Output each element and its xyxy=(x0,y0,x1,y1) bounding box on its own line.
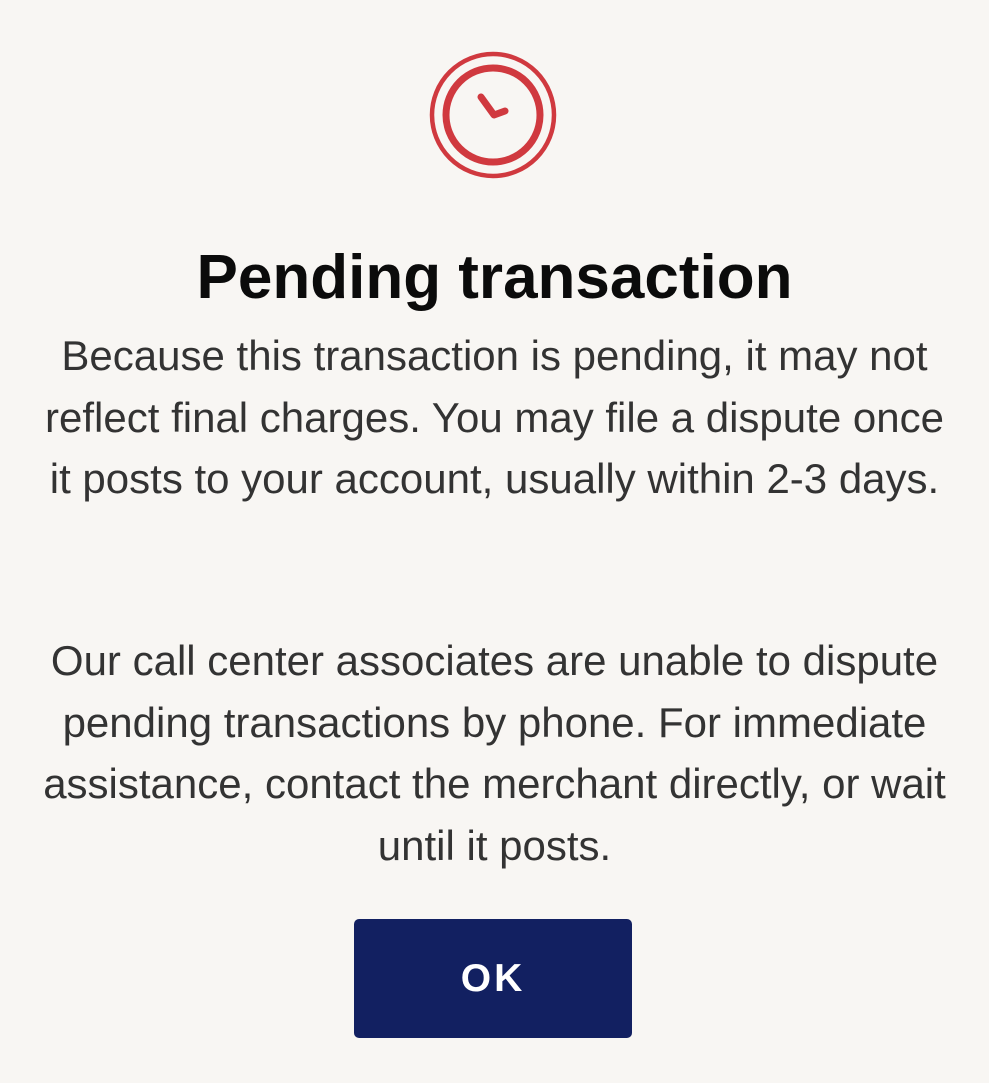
ok-button[interactable]: OK xyxy=(354,919,632,1038)
dialog-message-call-center-info: Our call center associates are unable to… xyxy=(43,637,946,869)
pending-transaction-dialog: Pending transaction Because this transac… xyxy=(0,0,989,1083)
dialog-message-pending-info: Because this transaction is pending, it … xyxy=(45,332,944,502)
clock-icon xyxy=(428,50,558,180)
dialog-title: Pending transaction xyxy=(196,243,793,312)
